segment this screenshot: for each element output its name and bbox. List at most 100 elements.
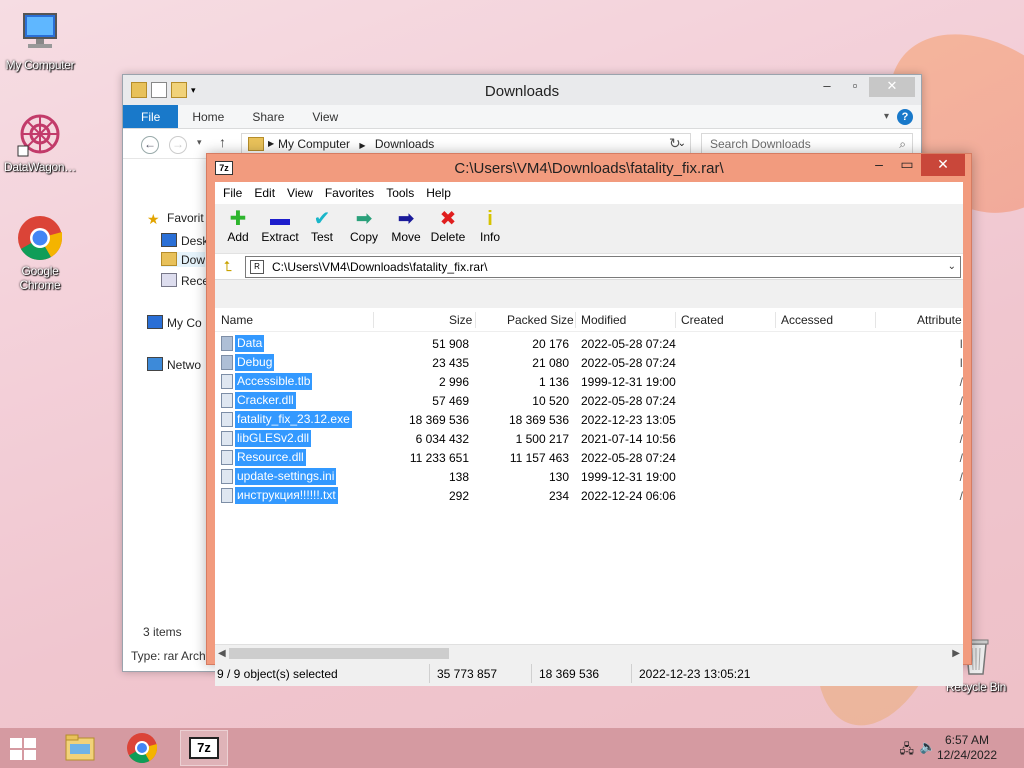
- clock[interactable]: 6:57 AM 12/24/2022: [932, 733, 1002, 763]
- column-created[interactable]: Created: [681, 313, 724, 327]
- clock-time: 6:57 AM: [944, 733, 990, 747]
- delete-button[interactable]: ✖ Delete: [427, 204, 469, 253]
- tab-share[interactable]: Share: [238, 105, 298, 128]
- 7zip-window[interactable]: 7z C:\Users\VM4\Downloads\fatality_fix.r…: [206, 153, 972, 686]
- file-row[interactable]: update-settings.ini 138 130 1999-12-31 19:0…: [215, 467, 963, 486]
- expand-ribbon-icon[interactable]: ▾: [876, 105, 897, 128]
- column-size[interactable]: Size: [449, 313, 472, 327]
- column-attributes[interactable]: Attribute: [917, 313, 962, 327]
- 7zip-status-bar: 9 / 9 object(s) selected 35 773 857 18 3…: [215, 661, 963, 686]
- maximize-button[interactable]: ▫: [841, 77, 869, 97]
- network-status-icon[interactable]: 🖧: [900, 740, 915, 762]
- file-name: update-settings.ini: [235, 468, 337, 485]
- file-packed-size: 18 369 536: [508, 413, 569, 427]
- nav-favorites[interactable]: ★ Favorit: [147, 211, 204, 226]
- menu-view[interactable]: View: [281, 186, 319, 200]
- desktop-icon-datawagon[interactable]: DataWagon…: [0, 110, 80, 174]
- file-row[interactable]: Cracker.dll 57 469 10 520 2022-05-28 07:24 /: [215, 391, 963, 410]
- breadcrumb-my-computer[interactable]: My Computer: [278, 137, 350, 151]
- file-row[interactable]: инструкция!!!!!!.txt 292 234 2022-12-24 06:…: [215, 486, 963, 505]
- column-modified[interactable]: Modified: [581, 313, 626, 327]
- help-icon[interactable]: ?: [897, 109, 913, 125]
- scrollbar-thumb[interactable]: [229, 648, 449, 659]
- menu-file[interactable]: File: [217, 186, 248, 200]
- menu-tools[interactable]: Tools: [380, 186, 420, 200]
- column-accessed[interactable]: Accessed: [781, 313, 833, 327]
- file-row[interactable]: libGLESv2.dll 6 034 432 1 500 217 2021-07-1…: [215, 429, 963, 448]
- close-button[interactable]: ✕: [921, 154, 965, 176]
- minimize-button[interactable]: –: [865, 154, 893, 176]
- scroll-right-icon[interactable]: ▶: [952, 645, 960, 662]
- file-name: libGLESv2.dll: [235, 430, 312, 447]
- extract-button[interactable]: ▬ Extract: [259, 204, 301, 253]
- tab-file[interactable]: File: [123, 105, 179, 128]
- test-button[interactable]: ✔ Test: [301, 204, 343, 253]
- file-row[interactable]: Accessible.tlb 2 996 1 136 1999-12-31 19:00…: [215, 372, 963, 391]
- file-row[interactable]: fatality_fix_23.12.exe 18 369 536 18 369 5…: [215, 410, 963, 429]
- file-row[interactable]: Resource.dll 11 233 651 11 157 463 2022-05-…: [215, 448, 963, 467]
- file-packed-size: 130: [548, 470, 569, 484]
- taskbar-file-explorer[interactable]: [56, 730, 104, 766]
- move-button[interactable]: ➡ Move: [385, 204, 427, 253]
- file-size: 23 435: [432, 356, 469, 370]
- add-button[interactable]: ✚ Add: [217, 204, 259, 253]
- info-button[interactable]: i Info: [469, 204, 511, 253]
- up-icon[interactable]: ↑: [219, 134, 226, 150]
- horizontal-scrollbar[interactable]: ◀ ▶: [215, 644, 963, 661]
- file-list[interactable]: Name Size Packed Size Modified Created A…: [215, 308, 963, 644]
- back-button[interactable]: ←: [141, 136, 159, 154]
- file-modified: 2022-12-23 13:05: [581, 413, 676, 427]
- file-name: Cracker.dll: [235, 392, 296, 409]
- file-icon: [221, 488, 233, 503]
- file-row[interactable]: Debug 23 435 21 080 2022-05-28 07:24 I: [215, 353, 963, 372]
- file-row[interactable]: Data 51 908 20 176 2022-05-28 07:24 I: [215, 334, 963, 353]
- tab-home[interactable]: Home: [178, 105, 238, 128]
- menu-help[interactable]: Help: [420, 186, 457, 200]
- folder-icon: [221, 355, 233, 370]
- file-name: Data: [235, 335, 265, 352]
- explorer-search-input[interactable]: Search Downloads ⌕: [701, 133, 913, 155]
- desktop-icon: [161, 233, 177, 247]
- scroll-left-icon[interactable]: ◀: [218, 645, 226, 662]
- taskbar-7zip[interactable]: 7z: [180, 730, 228, 766]
- explorer-navigation-pane: ★ Favorit Desk Dow Rece My Co Netwo: [123, 203, 213, 619]
- chevron-down-icon[interactable]: ⌄: [948, 257, 956, 277]
- nav-desktop[interactable]: Desk: [161, 233, 208, 248]
- explorer-address-bar[interactable]: ▶ My Computer ▶ Downloads ⌄: [241, 133, 691, 155]
- file-packed-size: 1 500 217: [515, 432, 569, 446]
- nav-my-computer[interactable]: My Co: [147, 315, 202, 330]
- explorer-titlebar[interactable]: ▾ Downloads – ▫ ✕: [123, 75, 921, 105]
- refresh-icon[interactable]: ↻: [669, 135, 681, 152]
- maximize-button[interactable]: ▭: [893, 154, 921, 176]
- column-packed-size[interactable]: Packed Size: [507, 313, 574, 327]
- menu-favorites[interactable]: Favorites: [319, 186, 380, 200]
- nav-network[interactable]: Netwo: [147, 357, 201, 372]
- copy-button[interactable]: ➡ Copy: [343, 204, 385, 253]
- desktop-icon-google-chrome[interactable]: Google Chrome: [0, 214, 80, 292]
- breadcrumb-sep-icon: ▶: [268, 139, 275, 148]
- 7zip-address-bar[interactable]: R C:\Users\VM4\Downloads\fatality_fix.ra…: [245, 256, 961, 278]
- column-name[interactable]: Name: [221, 313, 253, 327]
- recent-locations-icon[interactable]: ▾: [197, 137, 202, 148]
- desktop-icon-my-computer[interactable]: My Computer: [0, 8, 80, 72]
- file-packed-size: 234: [548, 489, 569, 503]
- nav-downloads[interactable]: Dow: [161, 252, 206, 267]
- status-packed: 18 369 536: [539, 667, 600, 681]
- tab-view[interactable]: View: [298, 105, 352, 128]
- nav-recent[interactable]: Rece: [161, 273, 209, 288]
- folder-icon: [221, 336, 233, 351]
- close-button[interactable]: ✕: [869, 77, 915, 97]
- forward-button[interactable]: →: [169, 136, 187, 154]
- rar-archive-icon: R: [250, 260, 264, 274]
- taskbar-chrome[interactable]: [118, 730, 166, 766]
- 7zip-titlebar[interactable]: 7z C:\Users\VM4\Downloads\fatality_fix.r…: [207, 154, 971, 182]
- file-explorer-icon: [65, 734, 95, 761]
- menu-edit[interactable]: Edit: [248, 186, 281, 200]
- chrome-icon: [127, 733, 157, 764]
- file-attributes: /: [959, 432, 963, 446]
- breadcrumb-downloads[interactable]: Downloads: [375, 137, 434, 151]
- start-button[interactable]: [10, 738, 38, 760]
- file-attributes: I: [959, 337, 963, 351]
- minimize-button[interactable]: –: [813, 77, 841, 97]
- up-folder-icon[interactable]: ⮤: [219, 258, 237, 276]
